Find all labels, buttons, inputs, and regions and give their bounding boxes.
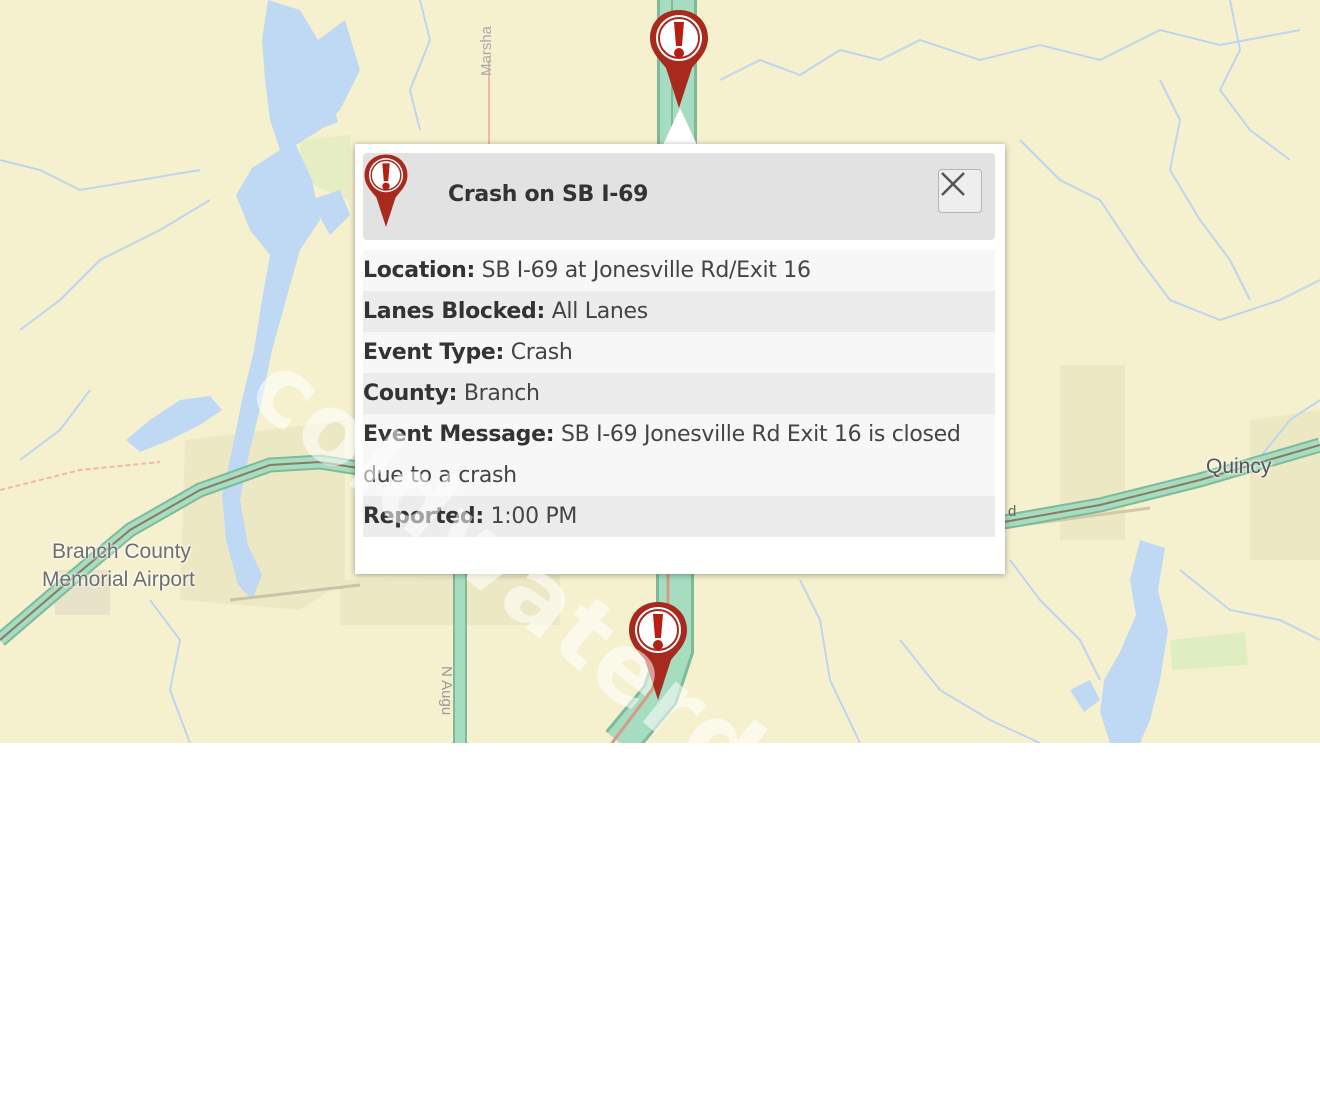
detail-location-value: SB I-69 at Jonesville Rd/Exit 16 bbox=[481, 258, 811, 283]
detail-event-type: Event Type: Crash bbox=[363, 332, 995, 373]
road-label-north: Marsha bbox=[478, 25, 495, 76]
close-icon bbox=[941, 172, 965, 196]
detail-event-type-value: Crash bbox=[510, 340, 573, 365]
incident-details: Location: SB I-69 at Jonesville Rd/Exit … bbox=[363, 250, 995, 537]
close-button[interactable] bbox=[938, 169, 982, 213]
exclamation-marker-icon bbox=[364, 154, 408, 227]
airport-label-line2: Memorial Airport bbox=[42, 568, 195, 591]
crash-marker-south[interactable] bbox=[627, 600, 689, 700]
detail-location-label: Location: bbox=[363, 258, 475, 283]
detail-event-message: Event Message: SB I-69 Jonesville Rd Exi… bbox=[363, 414, 995, 496]
detail-lanes-blocked: Lanes Blocked: All Lanes bbox=[363, 291, 995, 332]
crash-marker-north[interactable] bbox=[648, 8, 710, 108]
road-label-east: d bbox=[1008, 503, 1017, 520]
exclamation-marker-icon bbox=[629, 602, 687, 700]
detail-county-value: Branch bbox=[463, 381, 540, 406]
detail-lanes-value: All Lanes bbox=[551, 299, 649, 324]
detail-reported-label: Reported: bbox=[363, 504, 484, 529]
detail-message-label: Event Message: bbox=[363, 422, 555, 447]
detail-reported: Reported: 1:00 PM bbox=[363, 496, 995, 537]
detail-county: County: Branch bbox=[363, 373, 995, 414]
popup-header: Crash on SB I-69 bbox=[363, 153, 995, 240]
popup-pointer bbox=[663, 108, 697, 145]
detail-event-type-label: Event Type: bbox=[363, 340, 505, 365]
exclamation-marker-icon bbox=[650, 10, 708, 108]
detail-reported-value: 1:00 PM bbox=[490, 504, 578, 529]
detail-location: Location: SB I-69 at Jonesville Rd/Exit … bbox=[363, 250, 995, 291]
airport-label-line1: Branch County bbox=[52, 540, 191, 563]
town-label-quincy: Quincy bbox=[1206, 455, 1272, 478]
detail-county-label: County: bbox=[363, 381, 458, 406]
detail-lanes-label: Lanes Blocked: bbox=[363, 299, 545, 324]
map-canvas[interactable]: Branch County Memorial Airport Quincy Ma… bbox=[0, 0, 1320, 1100]
incident-popup: Crash on SB I-69 Location: SB I-69 at Jo… bbox=[355, 144, 1005, 574]
popup-title: Crash on SB I-69 bbox=[448, 182, 649, 207]
road-label-south: N Augu bbox=[438, 666, 455, 716]
